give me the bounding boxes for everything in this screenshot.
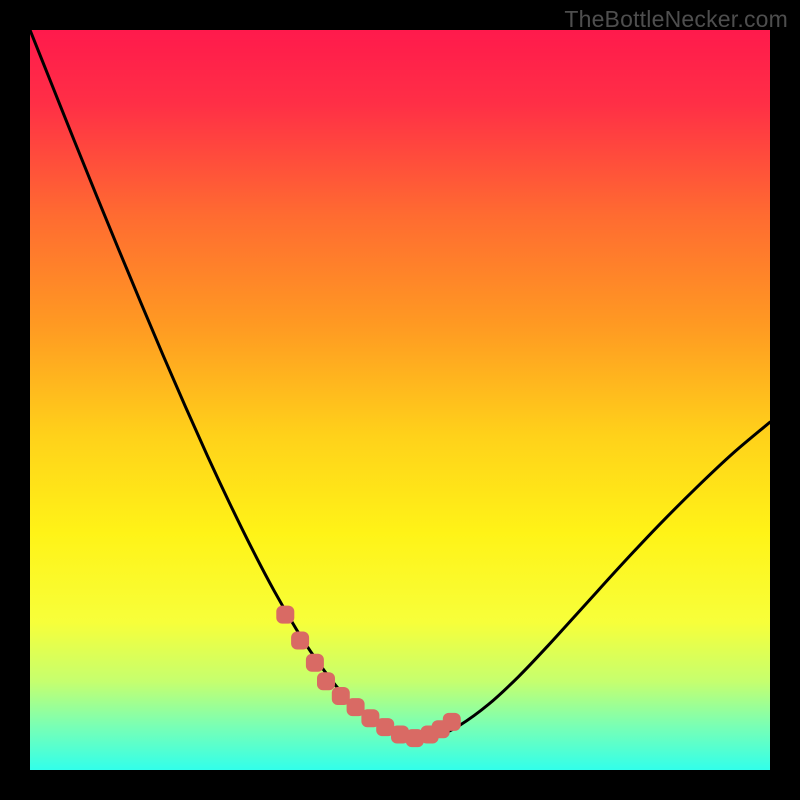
- marker-point: [317, 672, 335, 690]
- marker-point: [306, 654, 324, 672]
- chart-frame: TheBottleNecker.com: [0, 0, 800, 800]
- marker-points: [276, 606, 461, 748]
- bottleneck-curve: [30, 30, 770, 738]
- marker-point: [443, 713, 461, 731]
- plot-area: [30, 30, 770, 770]
- curve-layer: [30, 30, 770, 770]
- marker-point: [291, 632, 309, 650]
- marker-point: [276, 606, 294, 624]
- watermark-text: TheBottleNecker.com: [564, 6, 788, 33]
